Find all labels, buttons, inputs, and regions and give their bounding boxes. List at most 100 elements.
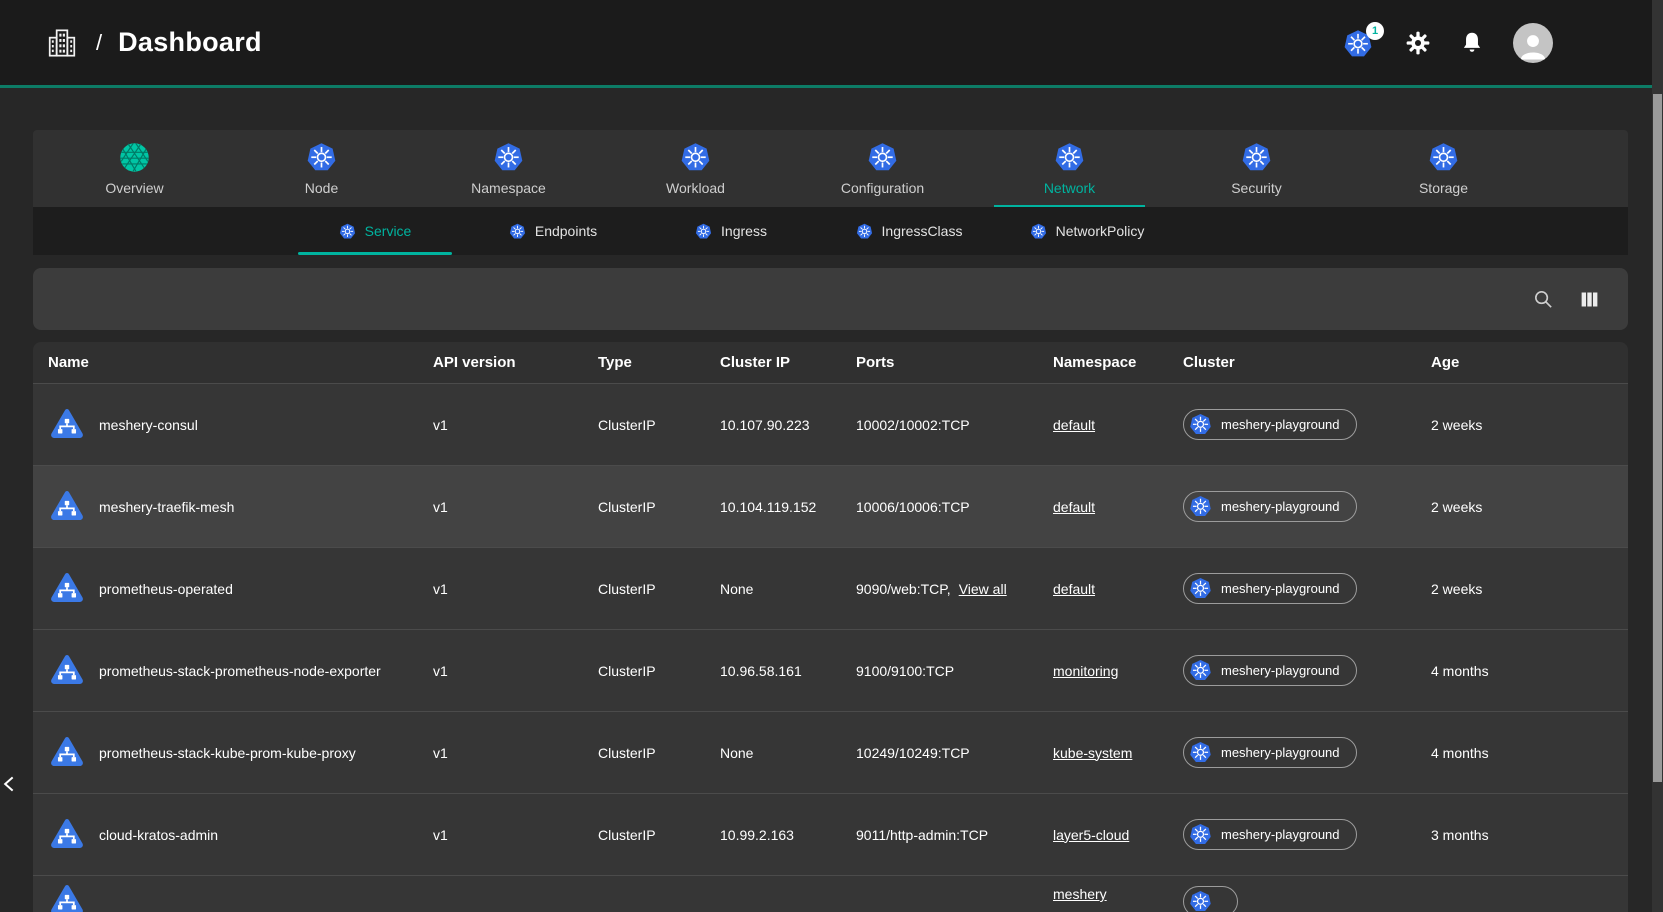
meshery-logo-icon: [119, 142, 150, 173]
service-name: cloud-kratos-admin: [99, 827, 218, 843]
table-row[interactable]: prometheus-stack-kube-prom-kube-proxy v1…: [33, 711, 1628, 793]
subtab-endpoints[interactable]: Endpoints: [464, 207, 642, 255]
resource-tabs: Overview Node Namespace Workload Configu…: [33, 130, 1628, 207]
cluster-chip[interactable]: [1183, 886, 1238, 912]
cluster-chip[interactable]: meshery-playground: [1183, 491, 1357, 522]
service-type: ClusterIP: [598, 745, 720, 761]
namespace-link[interactable]: default: [1053, 581, 1095, 597]
table-row[interactable]: prometheus-stack-prometheus-node-exporte…: [33, 629, 1628, 711]
column-header-namespace[interactable]: Namespace: [1053, 354, 1183, 371]
kubernetes-icon: [306, 142, 337, 173]
subtab-label: Service: [365, 223, 412, 239]
ports: 10006/10006:TCP: [856, 499, 1053, 515]
tab-label: Security: [1231, 180, 1282, 196]
cluster-ip: 10.107.90.223: [720, 417, 856, 433]
subtab-ingress[interactable]: Ingress: [642, 207, 820, 255]
table-row[interactable]: prometheus-operated v1 ClusterIP None 90…: [33, 547, 1628, 629]
tab-label: Storage: [1419, 180, 1468, 196]
view-all-ports-link[interactable]: View all: [959, 581, 1007, 597]
cluster-ip: 10.96.58.161: [720, 663, 856, 679]
column-header-type[interactable]: Type: [598, 354, 720, 371]
subtab-ingressclass[interactable]: IngressClass: [820, 207, 998, 255]
notifications-bell-icon[interactable]: [1459, 30, 1485, 56]
app-header: / Dashboard 1: [0, 0, 1663, 88]
kubernetes-context-icon[interactable]: 1: [1343, 27, 1377, 59]
kubernetes-icon: [1189, 577, 1212, 600]
vertical-scrollbar-thumb[interactable]: [1653, 94, 1662, 782]
kubernetes-icon: [1189, 659, 1212, 682]
service-type: ClusterIP: [598, 499, 720, 515]
column-header-api-version[interactable]: API version: [433, 354, 598, 371]
column-header-cluster-ip[interactable]: Cluster IP: [720, 354, 856, 371]
cluster-chip[interactable]: meshery-playground: [1183, 819, 1357, 850]
service-icon: [48, 406, 86, 444]
namespace-link[interactable]: meshery: [1053, 886, 1107, 902]
subtab-service[interactable]: Service: [286, 207, 464, 255]
age: 3 months: [1431, 827, 1628, 843]
service-type: ClusterIP: [598, 663, 720, 679]
age: 2 weeks: [1431, 499, 1628, 515]
age: 4 months: [1431, 745, 1628, 761]
tab-node[interactable]: Node: [228, 130, 415, 207]
kubernetes-icon: [867, 142, 898, 173]
service-icon: [48, 734, 86, 772]
kubernetes-icon: [509, 223, 526, 240]
kubernetes-icon: [1189, 741, 1212, 764]
tab-overview[interactable]: Overview: [41, 130, 228, 207]
table-row[interactable]: meshery-consul v1 ClusterIP 10.107.90.22…: [33, 383, 1628, 465]
service-icon: [48, 652, 86, 690]
cluster-ip: None: [720, 581, 856, 597]
table-row[interactable]: cloud-kratos-admin v1 ClusterIP 10.99.2.…: [33, 793, 1628, 875]
tab-label: Namespace: [471, 180, 546, 196]
namespace-link[interactable]: default: [1053, 499, 1095, 515]
tab-security[interactable]: Security: [1163, 130, 1350, 207]
vertical-scrollbar-track[interactable]: [1652, 0, 1663, 912]
collapse-chevron-left-icon[interactable]: [1, 768, 25, 800]
table-row[interactable]: meshery-traefik-mesh v1 ClusterIP 10.104…: [33, 465, 1628, 547]
user-avatar[interactable]: [1513, 23, 1553, 63]
kubernetes-icon: [1189, 890, 1212, 912]
settings-gear-icon[interactable]: [1405, 30, 1431, 56]
view-columns-icon[interactable]: [1579, 289, 1600, 310]
column-header-name[interactable]: Name: [33, 354, 433, 371]
tab-namespace[interactable]: Namespace: [415, 130, 602, 207]
namespace-link[interactable]: default: [1053, 417, 1095, 433]
tab-network[interactable]: Network: [976, 130, 1163, 207]
namespace-link[interactable]: monitoring: [1053, 663, 1118, 679]
tab-label: Network: [1044, 180, 1095, 196]
table-row[interactable]: meshery: [33, 875, 1628, 912]
kubernetes-icon: [695, 223, 712, 240]
namespace-link[interactable]: kube-system: [1053, 745, 1132, 761]
subtab-label: IngressClass: [882, 223, 963, 239]
age: 4 months: [1431, 663, 1628, 679]
tab-workload[interactable]: Workload: [602, 130, 789, 207]
cluster-chip[interactable]: meshery-playground: [1183, 409, 1357, 440]
context-count-badge: 1: [1366, 22, 1384, 40]
api-version: v1: [433, 663, 598, 679]
column-header-cluster[interactable]: Cluster: [1183, 354, 1431, 371]
column-header-ports[interactable]: Ports: [856, 354, 1053, 371]
kubernetes-icon: [1428, 142, 1459, 173]
cluster-chip[interactable]: meshery-playground: [1183, 573, 1357, 604]
tab-storage[interactable]: Storage: [1350, 130, 1537, 207]
subtab-label: Ingress: [721, 223, 767, 239]
service-type: ClusterIP: [598, 417, 720, 433]
subtab-networkpolicy[interactable]: NetworkPolicy: [998, 207, 1176, 255]
dashboard-tabs-card: Overview Node Namespace Workload Configu…: [33, 130, 1628, 255]
cluster-chip[interactable]: meshery-playground: [1183, 737, 1357, 768]
subtab-label: Endpoints: [535, 223, 597, 239]
service-icon: [48, 488, 86, 526]
cluster-ip: 10.99.2.163: [720, 827, 856, 843]
search-icon[interactable]: [1532, 288, 1555, 311]
org-logo-icon[interactable]: [46, 26, 78, 60]
kubernetes-icon: [1241, 142, 1272, 173]
cluster-chip[interactable]: meshery-playground: [1183, 655, 1357, 686]
ports: 9090/web:TCP,View all: [856, 581, 1053, 597]
api-version: v1: [433, 827, 598, 843]
namespace-link[interactable]: layer5-cloud: [1053, 827, 1129, 843]
kubernetes-icon: [339, 223, 356, 240]
column-header-age[interactable]: Age: [1431, 354, 1628, 371]
page-title: Dashboard: [118, 27, 262, 58]
tab-configuration[interactable]: Configuration: [789, 130, 976, 207]
service-icon: [48, 570, 86, 608]
